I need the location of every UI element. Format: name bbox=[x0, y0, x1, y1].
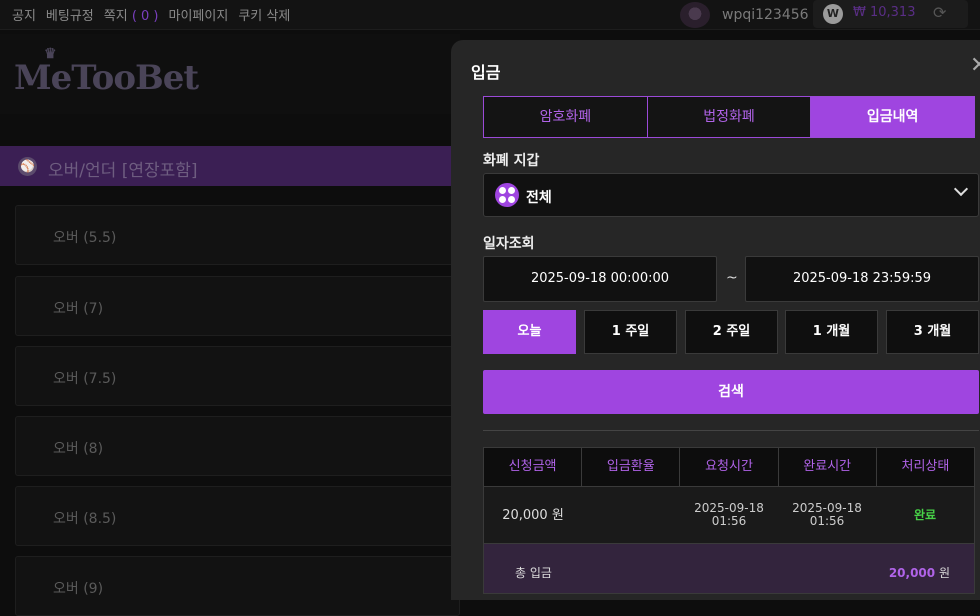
wallet-label: 화폐 지갑 bbox=[483, 153, 540, 169]
nav-link-messages[interactable]: 쪽지 ( 0 ) bbox=[104, 5, 159, 24]
date-from-input[interactable]: 2025-09-18 00:00:00 bbox=[483, 256, 717, 302]
column-header: 입금환율 bbox=[581, 448, 679, 486]
odds-row[interactable]: 오버 (7) bbox=[15, 276, 460, 336]
date-to-input[interactable]: 2025-09-18 23:59:59 bbox=[745, 256, 979, 302]
total-row: 총 입금 20,000 원 bbox=[483, 544, 975, 594]
user-info[interactable]: wpqi123456 bbox=[680, 2, 809, 28]
table-row: 20,000 원 2025-09-18 01:56 2025-09-18 01:56… bbox=[483, 487, 975, 544]
message-count-badge: ( 0 ) bbox=[131, 9, 159, 24]
odds-label: 오버 (8) bbox=[53, 441, 104, 457]
tab-crypto[interactable]: 암호화폐 bbox=[483, 96, 648, 138]
modal-title: 입금 bbox=[471, 63, 501, 82]
odds-label: 오버 (7) bbox=[53, 301, 104, 317]
odds-label: 오버 (7.5) bbox=[53, 371, 117, 387]
refresh-icon[interactable]: ⟳ bbox=[933, 3, 946, 22]
market-section-title: 오버/언더 [연장포함] bbox=[48, 161, 198, 181]
requested-date: 2025-09-18 bbox=[694, 501, 764, 515]
period-3month-button[interactable]: 3 개월 bbox=[886, 310, 979, 354]
nav-link-messages-label: 쪽지 bbox=[103, 9, 128, 24]
username: wpqi123456 bbox=[722, 7, 809, 23]
date-label: 일자조회 bbox=[483, 236, 535, 252]
status-badge: 완료 bbox=[913, 507, 937, 522]
wallet-select-value: 전체 bbox=[526, 190, 552, 206]
close-icon[interactable]: ✕ bbox=[970, 53, 980, 78]
site-logo[interactable]: ♛ MeTooBet bbox=[14, 46, 199, 98]
cell-rate bbox=[582, 487, 680, 543]
period-2week-button[interactable]: 2 주일 bbox=[685, 310, 778, 354]
cell-amount: 20,000 원 bbox=[502, 507, 564, 523]
balance-box: W ₩ 10,313 ⟳ bbox=[813, 0, 968, 28]
baseball-icon: ⚾ bbox=[18, 157, 37, 176]
logo-text: MeTooBet bbox=[14, 58, 199, 98]
wallet-select[interactable]: 전체 bbox=[483, 173, 979, 217]
odds-row[interactable]: 오버 (7.5) bbox=[15, 346, 460, 406]
total-value: 20,000 bbox=[888, 566, 936, 580]
cell-completed-time: 2025-09-18 01:56 bbox=[778, 487, 876, 543]
tab-deposit-history[interactable]: 입금내역 bbox=[811, 96, 976, 138]
column-header: 완료시간 bbox=[777, 448, 876, 486]
completed-time: 01:56 bbox=[809, 514, 845, 528]
odds-row[interactable]: 오버 (9) bbox=[15, 556, 460, 616]
history-table-header: 신청금액 입금환율 요청시간 완료시간 처리상태 bbox=[483, 447, 975, 487]
period-today-button[interactable]: 오늘 bbox=[483, 310, 576, 354]
period-1month-button[interactable]: 1 개월 bbox=[785, 310, 878, 354]
total-label: 총 입금 bbox=[515, 566, 552, 580]
period-1week-button[interactable]: 1 주일 bbox=[584, 310, 677, 354]
odds-row[interactable]: 오버 (8) bbox=[15, 416, 460, 476]
tab-fiat[interactable]: 법정화폐 bbox=[647, 96, 812, 138]
nav-link-mypage[interactable]: 마이페이지 bbox=[169, 5, 229, 24]
divider bbox=[483, 430, 979, 431]
nav-link-rules[interactable]: 베팅규정 bbox=[46, 5, 94, 24]
completed-date: 2025-09-18 bbox=[792, 501, 862, 515]
balance-amount: ₩ 10,313 bbox=[853, 5, 916, 20]
avatar bbox=[680, 2, 710, 28]
total-amount: 20,000 원 bbox=[889, 564, 950, 581]
odds-row[interactable]: 오버 (5.5) bbox=[15, 205, 460, 265]
deposit-tabs: 암호화폐 법정화폐 입금내역 bbox=[483, 96, 976, 138]
odds-label: 오버 (5.5) bbox=[53, 230, 117, 246]
nav-link-clear-cookies[interactable]: 쿠키 삭제 bbox=[238, 5, 290, 24]
odds-row[interactable]: 오버 (8.5) bbox=[15, 486, 460, 546]
requested-time: 01:56 bbox=[711, 514, 747, 528]
top-nav-links: 공지 베팅규정 쪽지 ( 0 ) 마이페이지 쿠키 삭제 bbox=[12, 5, 290, 24]
total-unit: 원 bbox=[938, 566, 950, 580]
date-separator: ~ bbox=[726, 270, 738, 286]
column-header: 신청금액 bbox=[508, 459, 557, 474]
cell-requested-time: 2025-09-18 01:56 bbox=[680, 487, 778, 543]
top-nav: 공지 베팅규정 쪽지 ( 0 ) 마이페이지 쿠키 삭제 wpqi123456 … bbox=[0, 0, 980, 30]
column-header: 요청시간 bbox=[679, 448, 777, 486]
odds-label: 오버 (9) bbox=[53, 581, 104, 597]
nav-link-notice[interactable]: 공지 bbox=[12, 5, 36, 24]
odds-label: 오버 (8.5) bbox=[53, 511, 117, 527]
coin-icon: W bbox=[823, 4, 843, 24]
column-header: 처리상태 bbox=[875, 448, 974, 486]
crown-icon: ♛ bbox=[44, 46, 57, 62]
chevron-down-icon bbox=[953, 181, 969, 197]
search-button[interactable]: 검색 bbox=[483, 370, 979, 414]
wallet-grid-icon bbox=[495, 183, 519, 207]
